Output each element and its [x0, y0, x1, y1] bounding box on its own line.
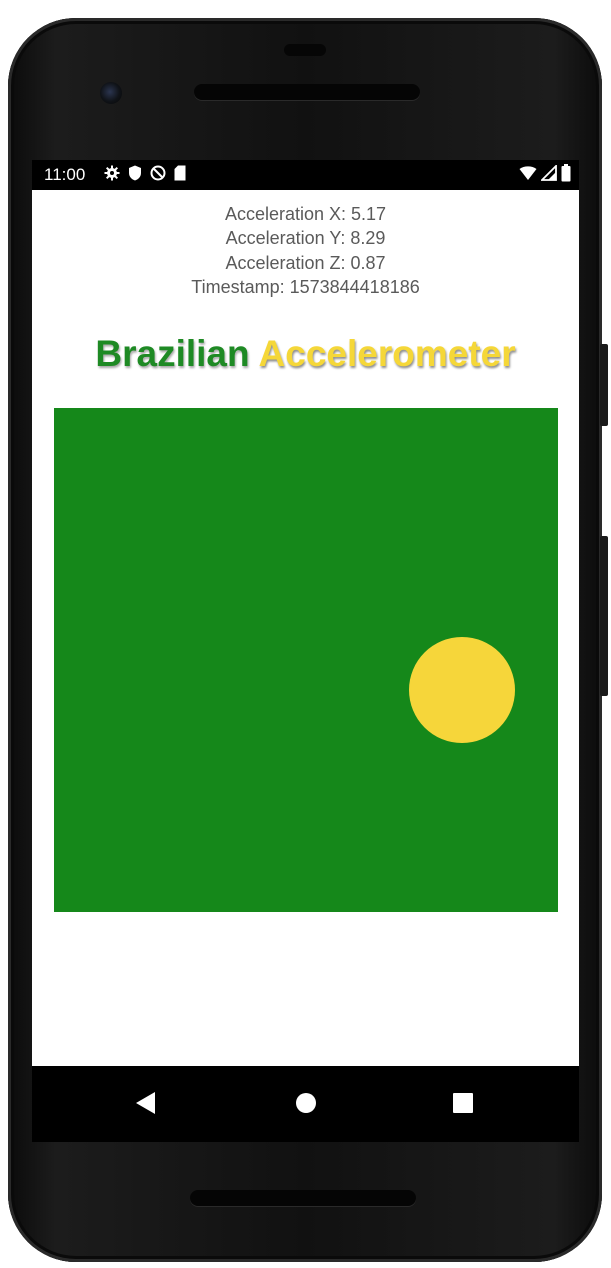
- back-icon[interactable]: [136, 1092, 155, 1114]
- battery-icon: [561, 164, 571, 186]
- device-screen: 11:00 Acceleration X: 5.17 Acceleration …: [32, 160, 579, 1142]
- navigation-bar: [32, 1066, 579, 1142]
- title-part-brazilian: Brazilian: [95, 333, 250, 374]
- status-icons-left: [104, 164, 186, 186]
- accelerometer-ball: [409, 637, 516, 744]
- front-camera: [100, 82, 122, 104]
- settings-gear-icon: [104, 165, 120, 185]
- accelerometer-field: [54, 408, 558, 912]
- status-bar: 11:00: [32, 160, 579, 190]
- app-title: Brazilian Accelerometer: [32, 332, 579, 376]
- status-icons-right: [519, 163, 571, 186]
- acceleration-x-readout: Acceleration X: 5.17: [224, 204, 387, 224]
- timestamp-readout: Timestamp: 1573844418186: [191, 277, 420, 297]
- acceleration-y-readout: Acceleration Y: 8.29: [225, 228, 386, 248]
- power-button: [600, 536, 608, 696]
- status-time: 11:00: [44, 165, 86, 184]
- title-part-accelerometer: Accelerometer: [258, 333, 516, 374]
- top-speaker-grille: [194, 84, 420, 100]
- app-content: Acceleration X: 5.17 Acceleration Y: 8.2…: [32, 190, 579, 1066]
- signal-icon: [539, 163, 557, 185]
- acceleration-z-readout: Acceleration Z: 0.87: [225, 253, 386, 273]
- bottom-speaker-grille: [190, 1190, 416, 1206]
- earpiece-notch: [284, 44, 326, 56]
- recents-icon[interactable]: [453, 1093, 473, 1113]
- shield-icon: [128, 165, 142, 185]
- sd-card-icon: [174, 165, 186, 185]
- home-icon[interactable]: [296, 1093, 316, 1113]
- wifi-icon: [519, 165, 537, 185]
- data-saver-icon: [150, 165, 166, 185]
- volume-button: [600, 344, 608, 426]
